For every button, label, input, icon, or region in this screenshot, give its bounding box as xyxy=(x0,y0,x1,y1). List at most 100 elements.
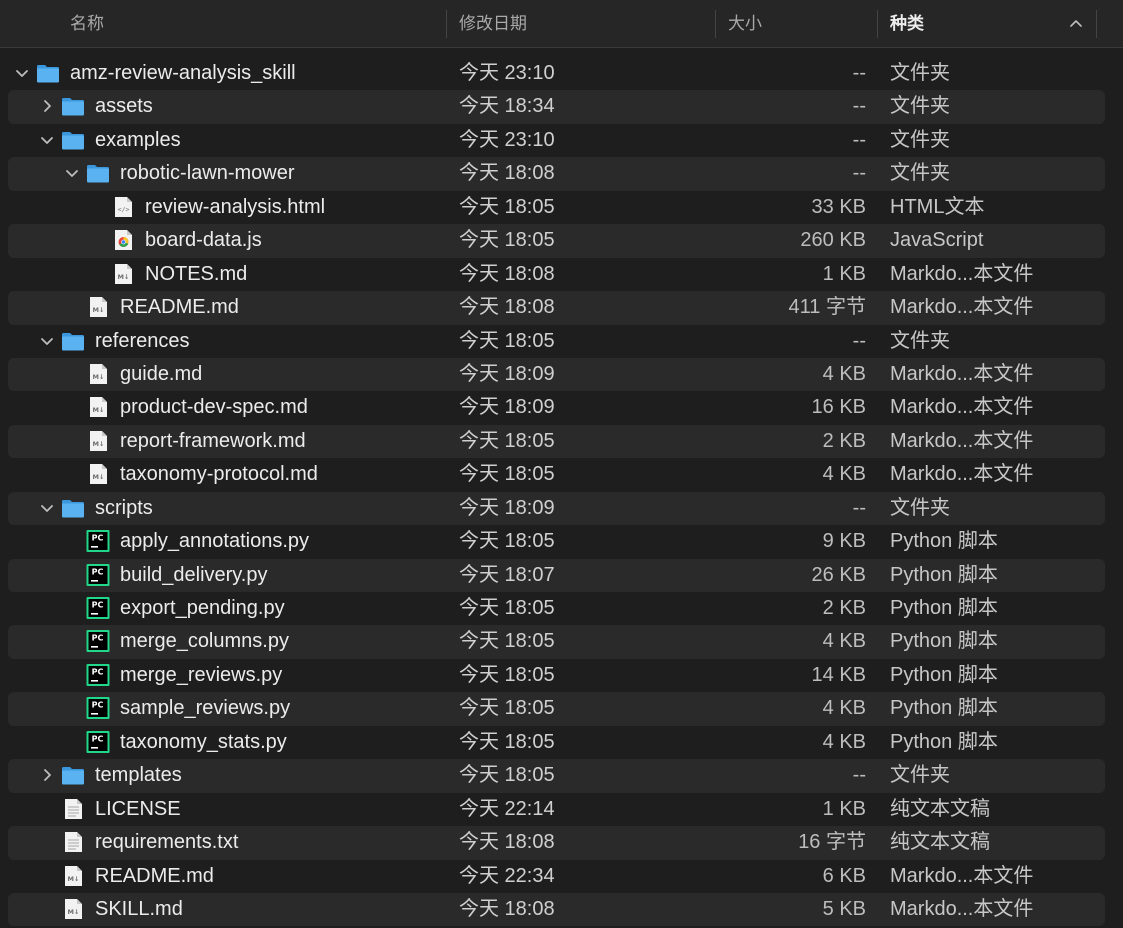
modified-date: 今天 18:09 xyxy=(459,396,555,419)
file-row[interactable]: references 今天 18:05 -- 文件夹 xyxy=(0,325,1123,358)
svg-text:M↓: M↓ xyxy=(93,373,105,381)
file-size: 2 KB xyxy=(822,597,866,619)
column-header-size[interactable]: 大小 xyxy=(728,0,876,47)
file-size: 260 KB xyxy=(800,229,866,252)
file-size: 9 KB xyxy=(822,530,866,553)
file-row[interactable]: M↓ guide.md 今天 18:09 4 KB Markdo...本文件 xyxy=(0,357,1123,392)
file-row[interactable]: </> review-analysis.html 今天 18:05 33 KB HTML… xyxy=(0,191,1123,224)
file-kind: 文件夹 xyxy=(890,329,950,352)
file-size: -- xyxy=(852,329,866,352)
file-row[interactable]: PC apply_annotations.py 今天 18:05 9 KB Python… xyxy=(0,525,1123,558)
js-file-icon xyxy=(111,229,135,251)
column-divider[interactable] xyxy=(877,10,878,38)
file-row[interactable]: M↓ report-framework.md 今天 18:05 2 KB Markdo.… xyxy=(0,424,1123,459)
modified-date: 今天 18:05 xyxy=(459,329,555,352)
file-size: 1 KB xyxy=(822,262,866,285)
file-row[interactable]: amz-review-analysis_skill 今天 23:10 -- 文件夹 xyxy=(0,57,1123,90)
file-name: requirements.txt xyxy=(95,831,239,854)
modified-date: 今天 18:05 xyxy=(459,730,555,753)
chevron-down-icon[interactable] xyxy=(39,500,55,516)
column-divider[interactable] xyxy=(715,10,716,38)
modified-date: 今天 18:05 xyxy=(459,463,555,486)
file-row[interactable]: PC sample_reviews.py 今天 18:05 4 KB Python 脚本 xyxy=(0,692,1123,727)
html-file-icon: </> xyxy=(111,196,135,218)
chevron-down-icon[interactable] xyxy=(39,333,55,349)
file-name: sample_reviews.py xyxy=(120,697,291,720)
file-row[interactable]: PC merge_columns.py 今天 18:05 4 KB Python 脚本 xyxy=(0,625,1123,660)
modified-date: 今天 18:05 xyxy=(459,764,555,787)
python-file-icon: PC xyxy=(86,697,110,720)
folder-icon xyxy=(61,330,85,352)
file-size: 5 KB xyxy=(822,897,866,920)
modified-date: 今天 18:05 xyxy=(459,663,555,686)
modified-date: 今天 18:09 xyxy=(459,496,555,519)
file-row[interactable]: examples 今天 23:10 -- 文件夹 xyxy=(0,124,1123,157)
file-name: export_pending.py xyxy=(120,597,285,619)
file-size: -- xyxy=(852,128,866,151)
file-name: assets xyxy=(95,95,153,118)
file-kind: 文件夹 xyxy=(890,764,950,787)
file-row[interactable]: M↓ product-dev-spec.md 今天 18:09 16 KB Markdo… xyxy=(0,391,1123,424)
svg-text:M↓: M↓ xyxy=(68,875,80,883)
file-name: product-dev-spec.md xyxy=(120,396,308,419)
file-row[interactable]: PC build_delivery.py 今天 18:07 26 KB Python 脚… xyxy=(0,558,1123,593)
file-name: guide.md xyxy=(120,362,203,385)
file-name: board-data.js xyxy=(145,229,262,252)
svg-text:PC: PC xyxy=(92,601,104,610)
column-header: 名称 修改日期 大小 种类 xyxy=(0,0,1123,48)
column-header-name[interactable]: 名称 xyxy=(70,0,445,47)
file-kind: HTML文本 xyxy=(890,195,985,218)
modified-date: 今天 18:05 xyxy=(459,195,555,218)
file-row[interactable]: scripts 今天 18:09 -- 文件夹 xyxy=(0,491,1123,526)
chevron-right-icon[interactable] xyxy=(39,98,55,114)
file-size: 4 KB xyxy=(822,697,866,720)
column-header-kind[interactable]: 种类 xyxy=(890,0,1095,47)
svg-text:M↓: M↓ xyxy=(93,406,105,414)
modified-date: 今天 22:14 xyxy=(459,797,555,820)
modified-date: 今天 18:08 xyxy=(459,262,555,285)
file-name: apply_annotations.py xyxy=(120,530,310,553)
column-divider[interactable] xyxy=(1096,10,1097,38)
chevron-right-icon[interactable] xyxy=(39,767,55,783)
file-row[interactable]: board-data.js 今天 18:05 260 KB JavaScript xyxy=(0,224,1123,259)
file-kind: 纯文本文稿 xyxy=(890,797,990,820)
file-row[interactable]: requirements.txt 今天 18:08 16 字节 纯文本文稿 xyxy=(0,826,1123,860)
file-kind: Python 脚本 xyxy=(890,630,998,653)
modified-date: 今天 18:08 xyxy=(459,897,555,920)
python-file-icon: PC xyxy=(86,530,110,553)
markdown-file-icon: M↓ xyxy=(61,865,85,887)
file-kind: JavaScript xyxy=(890,229,984,252)
file-size: -- xyxy=(852,764,866,787)
file-name: templates xyxy=(95,764,182,787)
file-row[interactable]: M↓ README.md 今天 18:08 411 字节 Markdo...本文件 xyxy=(0,291,1123,325)
svg-text:PC: PC xyxy=(92,701,104,710)
file-row[interactable]: LICENSE 今天 22:14 1 KB 纯文本文稿 xyxy=(0,793,1123,826)
file-name: merge_reviews.py xyxy=(120,663,283,686)
file-row[interactable]: M↓ NOTES.md 今天 18:08 1 KB Markdo...本文件 xyxy=(0,258,1123,291)
file-row[interactable]: M↓ SKILL.md 今天 18:08 5 KB Markdo...本文件 xyxy=(0,892,1123,927)
file-row[interactable]: robotic-lawn-mower 今天 18:08 -- 文件夹 xyxy=(0,157,1123,192)
file-kind: 文件夹 xyxy=(890,128,950,151)
file-name: merge_columns.py xyxy=(120,630,289,653)
chevron-down-icon[interactable] xyxy=(39,132,55,148)
file-size: 411 字节 xyxy=(788,296,866,319)
file-row[interactable]: M↓ taxonomy-protocol.md 今天 18:05 4 KB Markdo… xyxy=(0,458,1123,491)
chevron-down-icon[interactable] xyxy=(14,65,30,81)
markdown-file-icon: M↓ xyxy=(86,430,110,452)
file-row[interactable]: templates 今天 18:05 -- 文件夹 xyxy=(0,759,1123,794)
file-kind: Python 脚本 xyxy=(890,730,998,753)
file-kind: Markdo...本文件 xyxy=(890,463,1034,486)
file-row[interactable]: PC merge_reviews.py 今天 18:05 14 KB Python 脚本 xyxy=(0,659,1123,692)
file-kind: Markdo...本文件 xyxy=(890,897,1034,920)
file-row[interactable]: PC taxonomy_stats.py 今天 18:05 4 KB Python 脚本 xyxy=(0,726,1123,759)
python-file-icon: PC xyxy=(86,730,110,753)
file-name: SKILL.md xyxy=(95,897,183,920)
file-row[interactable]: assets 今天 18:34 -- 文件夹 xyxy=(0,90,1123,125)
column-header-date[interactable]: 修改日期 xyxy=(459,0,715,47)
sort-ascending-icon[interactable] xyxy=(1068,15,1084,31)
file-row[interactable]: M↓ README.md 今天 22:34 6 KB Markdo...本文件 xyxy=(0,860,1123,893)
chevron-down-icon[interactable] xyxy=(64,165,80,181)
column-divider[interactable] xyxy=(446,10,447,38)
file-size: 1 KB xyxy=(822,797,866,820)
file-row[interactable]: PC export_pending.py 今天 18:05 2 KB Python 脚本 xyxy=(0,592,1123,625)
